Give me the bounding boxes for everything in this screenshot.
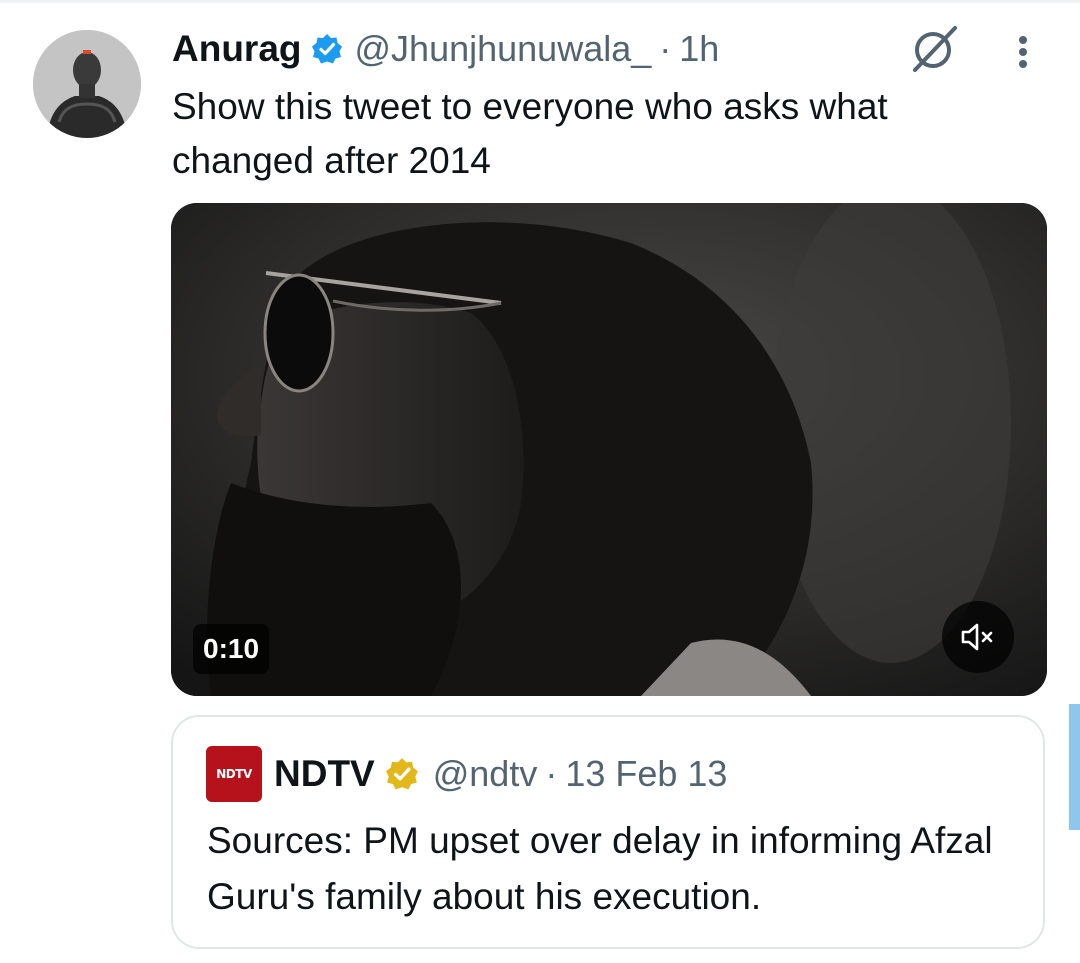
quoted-separator-dot: · <box>545 753 558 794</box>
top-divider <box>0 0 1080 3</box>
quoted-tweet-text: Sources: PM upset over delay in informin… <box>207 820 993 917</box>
gold-verified-badge-icon <box>385 757 419 791</box>
ndtv-avatar[interactable]: NDTV <box>206 746 262 802</box>
separator-dot: · <box>659 28 672 69</box>
avatar[interactable] <box>33 30 141 138</box>
quoted-author-handle[interactable]: @ndtv <box>433 753 538 795</box>
grok-icon[interactable] <box>906 24 962 74</box>
mute-toggle-button[interactable] <box>942 601 1014 673</box>
avatar-image <box>33 30 141 138</box>
scrollbar-thumb[interactable] <box>1069 704 1080 830</box>
more-options-icon[interactable] <box>1008 32 1038 72</box>
verified-badge-icon <box>311 33 343 65</box>
video-duration: 0:10 <box>193 624 270 674</box>
tweet-header: Anurag @Jhunjhunuwala_ · 1h <box>172 24 719 74</box>
tweet-text: Show this tweet to everyone who asks wha… <box>172 86 888 181</box>
video-player[interactable]: 0:10 <box>171 203 1047 696</box>
quoted-tweet-date[interactable]: 13 Feb 13 <box>565 753 727 795</box>
volume-muted-icon <box>961 623 993 651</box>
author-handle[interactable]: @Jhunjhunuwala_ <box>355 28 652 70</box>
author-name[interactable]: Anurag <box>172 28 302 70</box>
quoted-tweet-card[interactable]: NDTV NDTV @ndtv · 13 Feb 13 Sources: PM … <box>171 715 1045 949</box>
quoted-author-name[interactable]: NDTV <box>274 753 375 795</box>
video-frame <box>171 203 1047 696</box>
tweet-timestamp[interactable]: 1h <box>679 28 719 70</box>
quoted-tweet-header: NDTV NDTV @ndtv · 13 Feb 13 <box>206 745 727 803</box>
